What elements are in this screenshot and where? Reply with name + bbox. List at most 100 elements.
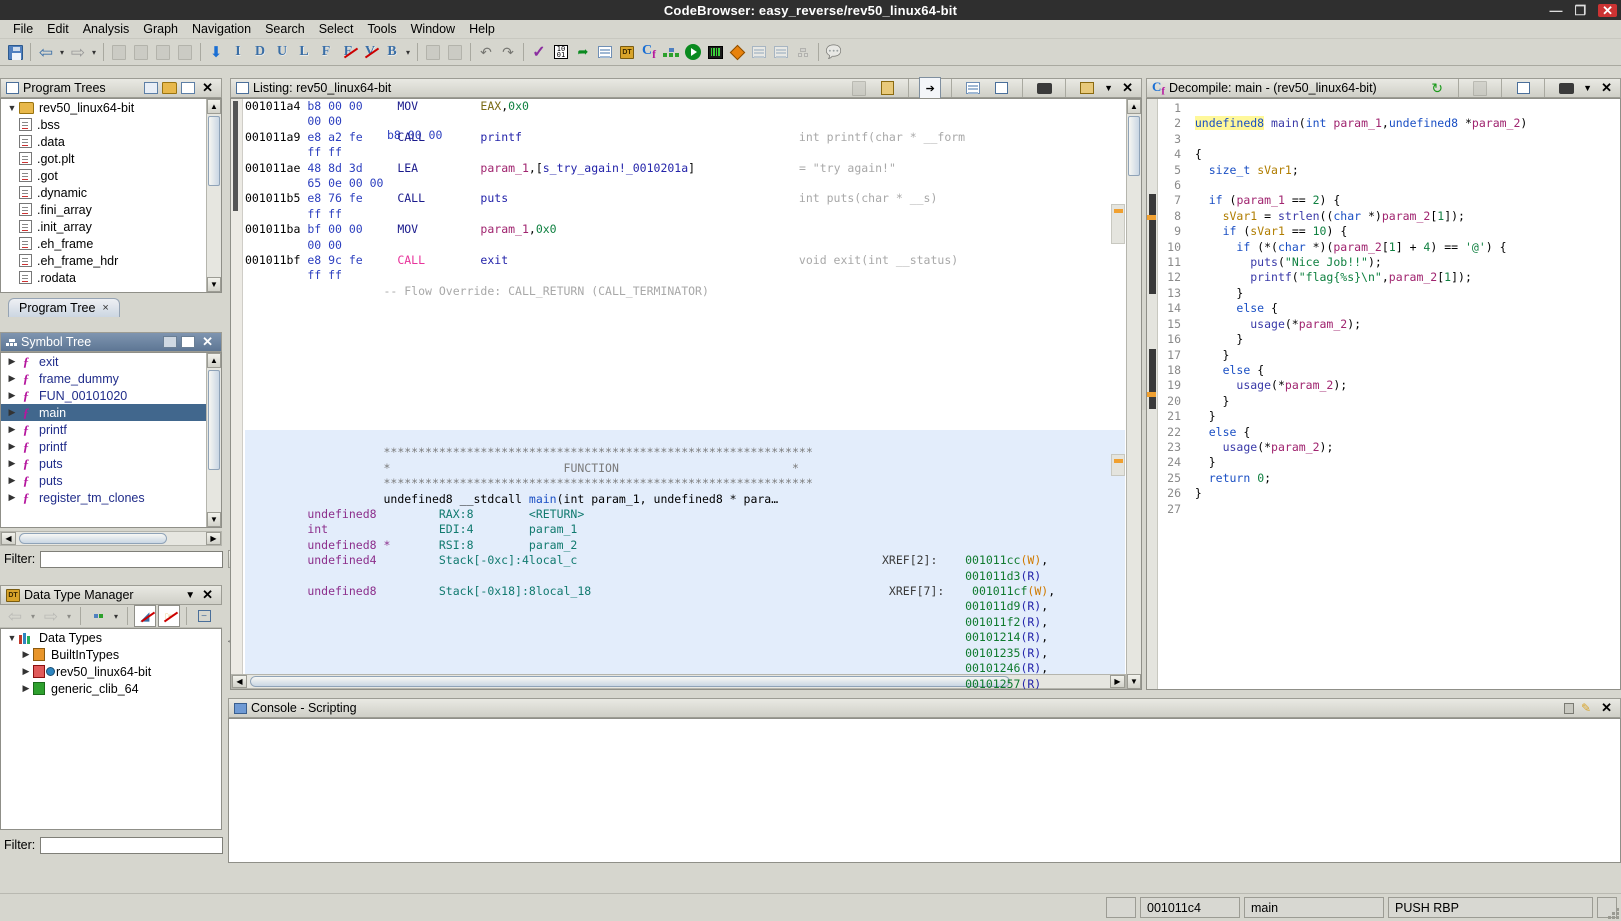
tree-item-eh-frame[interactable]: .eh_frame	[1, 235, 221, 252]
scrollbar-thumb[interactable]	[208, 116, 220, 186]
undefined-icon[interactable]: U	[271, 41, 293, 63]
chevron-right-icon[interactable]: ▶	[5, 458, 19, 469]
listing-view[interactable]: b8 00 00 001011a4 b8 00 00 MOV EAX,0x0 0…	[230, 98, 1142, 690]
snapshot-icon[interactable]	[1033, 77, 1055, 99]
forward-icon[interactable]: ⇨	[40, 605, 62, 627]
chevron-right-icon[interactable]: ▶	[19, 666, 33, 677]
symbol-item-frame-dummy[interactable]: ▶ ƒ frame_dummy	[1, 370, 221, 387]
collapse-dropdown-icon[interactable]: ▾	[111, 612, 121, 621]
function-icon[interactable]: F	[315, 41, 337, 63]
table-icon[interactable]	[748, 41, 770, 63]
chevron-right-icon[interactable]: ▶	[5, 441, 19, 452]
chevron-right-icon[interactable]: ▶	[5, 475, 19, 486]
scroll-up-icon[interactable]: ▲	[207, 99, 221, 114]
edit-icon[interactable]	[1512, 77, 1534, 99]
listing-code[interactable]: 001011a4 b8 00 00 MOV EAX,0x0 00 00 0010…	[245, 99, 965, 299]
scroll-up-icon[interactable]: ▲	[1127, 99, 1141, 114]
symbol-item-puts-1[interactable]: ▶ ƒ puts	[1, 455, 221, 472]
resize-grip-icon[interactable]	[1605, 905, 1619, 919]
symbol-item-main[interactable]: ▶ ƒ main	[1, 404, 221, 421]
program-tree-scrollbar[interactable]: ▲ ▼	[206, 99, 221, 292]
undo-icon[interactable]: ↶	[475, 41, 497, 63]
snapshot-icon[interactable]	[181, 82, 196, 94]
tree-item-fini-array[interactable]: .fini_array	[1, 201, 221, 218]
tree-item-gotplt[interactable]: .got.plt	[1, 150, 221, 167]
run-script-icon[interactable]	[682, 41, 704, 63]
tree-item-init-array[interactable]: .init_array	[1, 218, 221, 235]
menu-help[interactable]: Help	[462, 21, 502, 37]
instruction-icon[interactable]: I	[227, 41, 249, 63]
symbol-item-printf-1[interactable]: ▶ ƒ printf	[1, 421, 221, 438]
diff-next-icon[interactable]	[444, 41, 466, 63]
data-icon[interactable]: D	[249, 41, 271, 63]
minimize-icon[interactable]: —	[1549, 4, 1562, 17]
scroll-right-icon[interactable]: ▶	[206, 532, 221, 545]
chevron-right-icon[interactable]: ▶	[5, 373, 19, 384]
symbol-item-exit[interactable]: ▶ ƒ exit	[1, 353, 221, 370]
forward-icon[interactable]: ⇨	[67, 41, 89, 63]
clear-flow-icon[interactable]: F	[337, 41, 359, 63]
horizontal-splitter-handle[interactable]	[1142, 380, 1146, 410]
close-icon[interactable]: ✕	[199, 80, 216, 96]
scroll-down-icon[interactable]: ▼	[1127, 674, 1141, 689]
menu-arrow-icon[interactable]: ▼	[185, 590, 195, 601]
menu-window[interactable]: Window	[404, 21, 462, 37]
decompiler-view[interactable]: 1 2 undefined8 main(int param_1,undefine…	[1146, 98, 1621, 690]
listing-menu-icon[interactable]	[1076, 77, 1098, 99]
close-icon[interactable]: ✕	[1598, 80, 1615, 96]
copy-tile-3-icon[interactable]	[152, 41, 174, 63]
bytes-icon[interactable]: B	[381, 41, 403, 63]
new-tree-icon[interactable]	[144, 82, 159, 94]
scroll-right-icon[interactable]: ▶	[1110, 675, 1125, 688]
chevron-down-icon[interactable]: ▼	[5, 103, 19, 113]
data-type-item-builtintypes[interactable]: ▶ BuiltInTypes	[1, 646, 221, 663]
tree-icon[interactable]	[792, 41, 814, 63]
snapshot-icon[interactable]	[1555, 77, 1577, 99]
close-icon[interactable]: ✕	[1119, 80, 1136, 96]
tree-item-data[interactable]: .data	[1, 133, 221, 150]
edit-icon[interactable]	[163, 336, 178, 348]
menu-analysis[interactable]: Analysis	[76, 21, 137, 37]
copy-tile-4-icon[interactable]	[174, 41, 196, 63]
menu-file[interactable]: File	[6, 21, 40, 37]
maximize-icon[interactable]: ❐	[1574, 4, 1586, 17]
menu-graph[interactable]: Graph	[136, 21, 185, 37]
export-icon[interactable]	[770, 41, 792, 63]
back-icon[interactable]: ⇦	[4, 605, 26, 627]
tree-item-got[interactable]: .got	[1, 167, 221, 184]
down-arrow-icon[interactable]: ⬇	[205, 41, 227, 63]
symbol-item-fun-00101020[interactable]: ▶ ƒ FUN_00101020	[1, 387, 221, 404]
chevron-right-icon[interactable]: ▶	[5, 356, 19, 367]
symbol-tree-hscrollbar[interactable]: ◀ ▶	[0, 531, 222, 546]
function-graph-icon[interactable]	[660, 41, 682, 63]
import-icon[interactable]: ➦	[572, 41, 594, 63]
symbol-tree-filter-input[interactable]	[40, 550, 224, 568]
copy-tile-2-icon[interactable]	[130, 41, 152, 63]
chevron-right-icon[interactable]: ▶	[5, 424, 19, 435]
menu-navigation[interactable]: Navigation	[185, 21, 258, 37]
filter-off-icon[interactable]: ◢	[134, 605, 156, 627]
tree-item-rodata[interactable]: .rodata	[1, 269, 221, 286]
scroll-down-icon[interactable]: ▼	[207, 512, 221, 527]
close-icon[interactable]: ✕	[1598, 700, 1615, 716]
chevron-right-icon[interactable]: ▶	[5, 407, 19, 418]
toggle-fields-icon[interactable]	[962, 77, 984, 99]
analyze-check-icon[interactable]: ✓	[528, 41, 550, 63]
back-icon[interactable]: ⇦	[35, 41, 57, 63]
tree-root-row[interactable]: ▼ rev50_linux64-bit	[1, 99, 221, 116]
open-folder-icon[interactable]	[162, 82, 178, 94]
processor-icon[interactable]	[704, 41, 726, 63]
chevron-right-icon[interactable]: ▶	[19, 683, 33, 694]
scrollbar-thumb[interactable]	[19, 533, 167, 544]
close-icon[interactable]: ✕	[199, 334, 216, 350]
copy-tile-1-icon[interactable]	[108, 41, 130, 63]
forward-dropdown-icon[interactable]: ▾	[89, 48, 99, 57]
close-icon[interactable]: ✕	[1598, 3, 1617, 17]
label-icon[interactable]: L	[293, 41, 315, 63]
decompiler-code[interactable]: 1 2 undefined8 main(int param_1,undefine…	[1159, 101, 1527, 517]
data-types-root-row[interactable]: ▼ Data Types	[1, 629, 221, 646]
close-icon[interactable]: ✕	[199, 587, 216, 603]
console-output[interactable]	[228, 718, 1621, 863]
scroll-down-icon[interactable]: ▼	[207, 277, 221, 292]
symbol-tree-scrollbar[interactable]: ▲ ▼	[206, 353, 221, 527]
